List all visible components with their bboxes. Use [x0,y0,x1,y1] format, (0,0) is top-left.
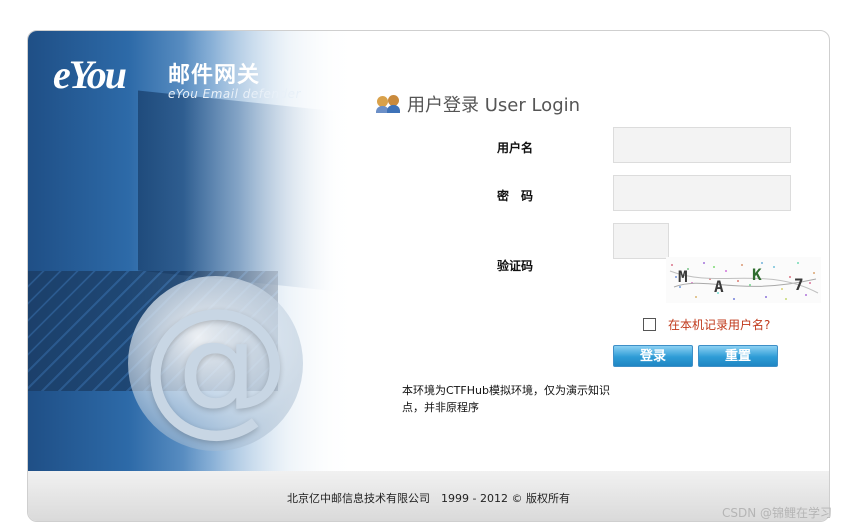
remember-username[interactable]: 在本机记录用户名? [643,316,770,333]
footer: 北京亿中邮信息技术有限公司 1999 - 2012 © 版权所有 [28,471,829,521]
at-sign-icon: @ [128,276,303,451]
remember-label[interactable]: 在本机记录用户名? [668,316,770,333]
login-panel: 用户登录 User Login 用户名 密 码 验证码 M A K 7 在本机记… [363,31,829,471]
environment-note: 本环境为CTFHub模拟环境，仅为演示知识点，并非原程序 [402,384,610,414]
username-input[interactable] [613,127,791,163]
login-title-text: 用户登录 User Login [407,95,581,116]
captcha-label: 验证码 [497,259,534,273]
captcha-char-3: K [752,265,762,284]
captcha-char-2: A [714,277,724,296]
users-icon [376,94,401,114]
reset-button[interactable]: 重置 [698,345,778,367]
captcha-char-1: M [678,267,688,286]
copyright-text: 北京亿中邮信息技术有限公司 1999 - 2012 © 版权所有 [287,492,570,505]
login-title: 用户登录 User Login [376,91,581,117]
password-input[interactable] [613,175,791,211]
hero-image: eYou 邮件网关 eYou Email defender @ [28,31,363,471]
captcha-input[interactable] [613,223,669,259]
brand-logo: eYou 邮件网关 eYou Email defender [53,45,333,105]
login-window: eYou 邮件网关 eYou Email defender @ 用户登录 Use… [27,30,830,522]
login-button[interactable]: 登录 [613,345,693,367]
remember-checkbox[interactable] [643,318,656,331]
captcha-image[interactable]: M A K 7 [666,257,821,303]
captcha-char-4: 7 [794,275,804,294]
username-label: 用户名 [497,141,534,155]
password-label: 密 码 [497,189,534,203]
brand-name-cn: 邮件网关 [168,63,261,88]
watermark-text: CSDN @锦鲤在学习 [721,506,832,520]
logo-mark: eYou [53,52,127,97]
brand-name-en: eYou Email defender [168,87,301,101]
